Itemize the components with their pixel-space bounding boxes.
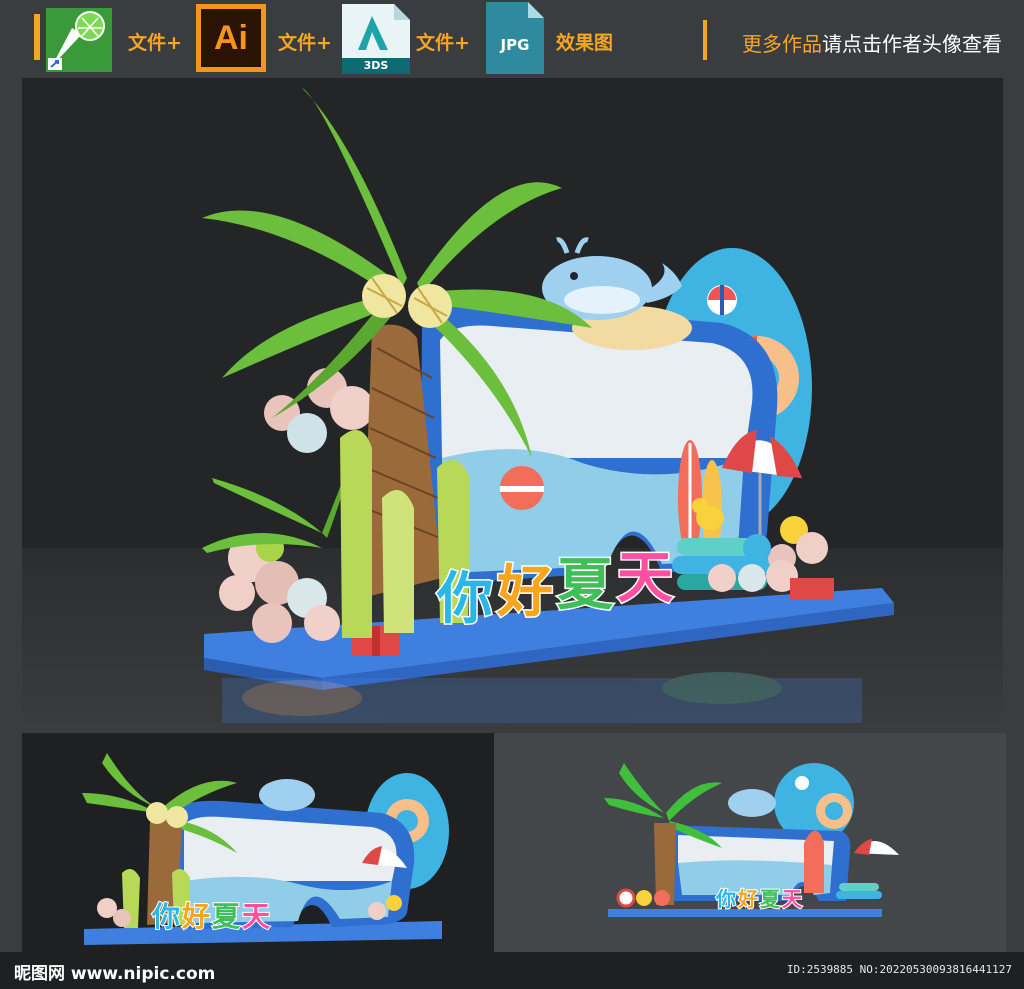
jpg-file-icon: JPG bbox=[486, 2, 544, 74]
slogan-char-2: 好 bbox=[496, 560, 553, 625]
slogan-char-3: 夏 bbox=[557, 553, 614, 618]
top-banner: 文件+ Ai 文件+ 3DS 文件+ JPG 效果图 更多作品请点击作者头像查看 bbox=[0, 0, 1024, 78]
effect-image-label: 效果图 bbox=[556, 32, 614, 54]
file-plus-label-3: 文件+ bbox=[416, 32, 470, 54]
svg-text:天: 天 bbox=[242, 900, 270, 933]
accent-bar-left bbox=[34, 14, 40, 60]
svg-text:你: 你 bbox=[151, 900, 180, 933]
slogan-char-4: 天 bbox=[617, 546, 673, 611]
svg-text:夏: 夏 bbox=[760, 887, 781, 911]
main-render-panel: 你 好 夏 天 bbox=[22, 78, 1003, 731]
ai-badge-text: Ai bbox=[214, 18, 248, 57]
file-plus-label-2: 文件+ bbox=[278, 32, 332, 54]
3ds-max-file-icon: 3DS bbox=[342, 4, 410, 74]
site-watermark: 昵图网 www.nipic.com bbox=[14, 964, 216, 984]
watermark-footer: 昵图网 www.nipic.com ID:2539885 NO:20220530… bbox=[0, 952, 1024, 989]
more-works-rest: 请点击作者头像查看 bbox=[822, 32, 1002, 56]
illustrator-file-icon: Ai bbox=[196, 4, 266, 72]
jpg-badge-text: JPG bbox=[500, 36, 530, 54]
image-id-text: ID:2539885 NO:20220530093816441127 bbox=[786, 963, 1012, 976]
gift-box-right bbox=[790, 578, 834, 600]
svg-text:你: 你 bbox=[715, 887, 736, 911]
file-plus-label-1: 文件+ bbox=[128, 32, 182, 54]
more-works-highlight: 更多作品 bbox=[742, 32, 822, 56]
svg-text:夏: 夏 bbox=[212, 900, 241, 933]
floor-reflection bbox=[222, 672, 862, 723]
3ds-badge-text: 3DS bbox=[363, 59, 389, 72]
svg-text:好: 好 bbox=[737, 887, 758, 911]
coreldraw-file-icon bbox=[46, 8, 112, 72]
slogan-char-1: 你 bbox=[436, 567, 493, 632]
more-works-link[interactable]: 更多作品请点击作者头像查看 bbox=[742, 28, 1002, 57]
secondary-render-right: 你 好 夏 天 bbox=[494, 733, 1006, 952]
secondary-render-left: 你 好 夏 天 bbox=[22, 733, 494, 952]
main-render-illustration: 你 好 夏 天 bbox=[22, 78, 1003, 731]
svg-text:天: 天 bbox=[782, 887, 803, 911]
accent-bar-right bbox=[703, 20, 707, 60]
svg-text:好: 好 bbox=[181, 900, 210, 933]
